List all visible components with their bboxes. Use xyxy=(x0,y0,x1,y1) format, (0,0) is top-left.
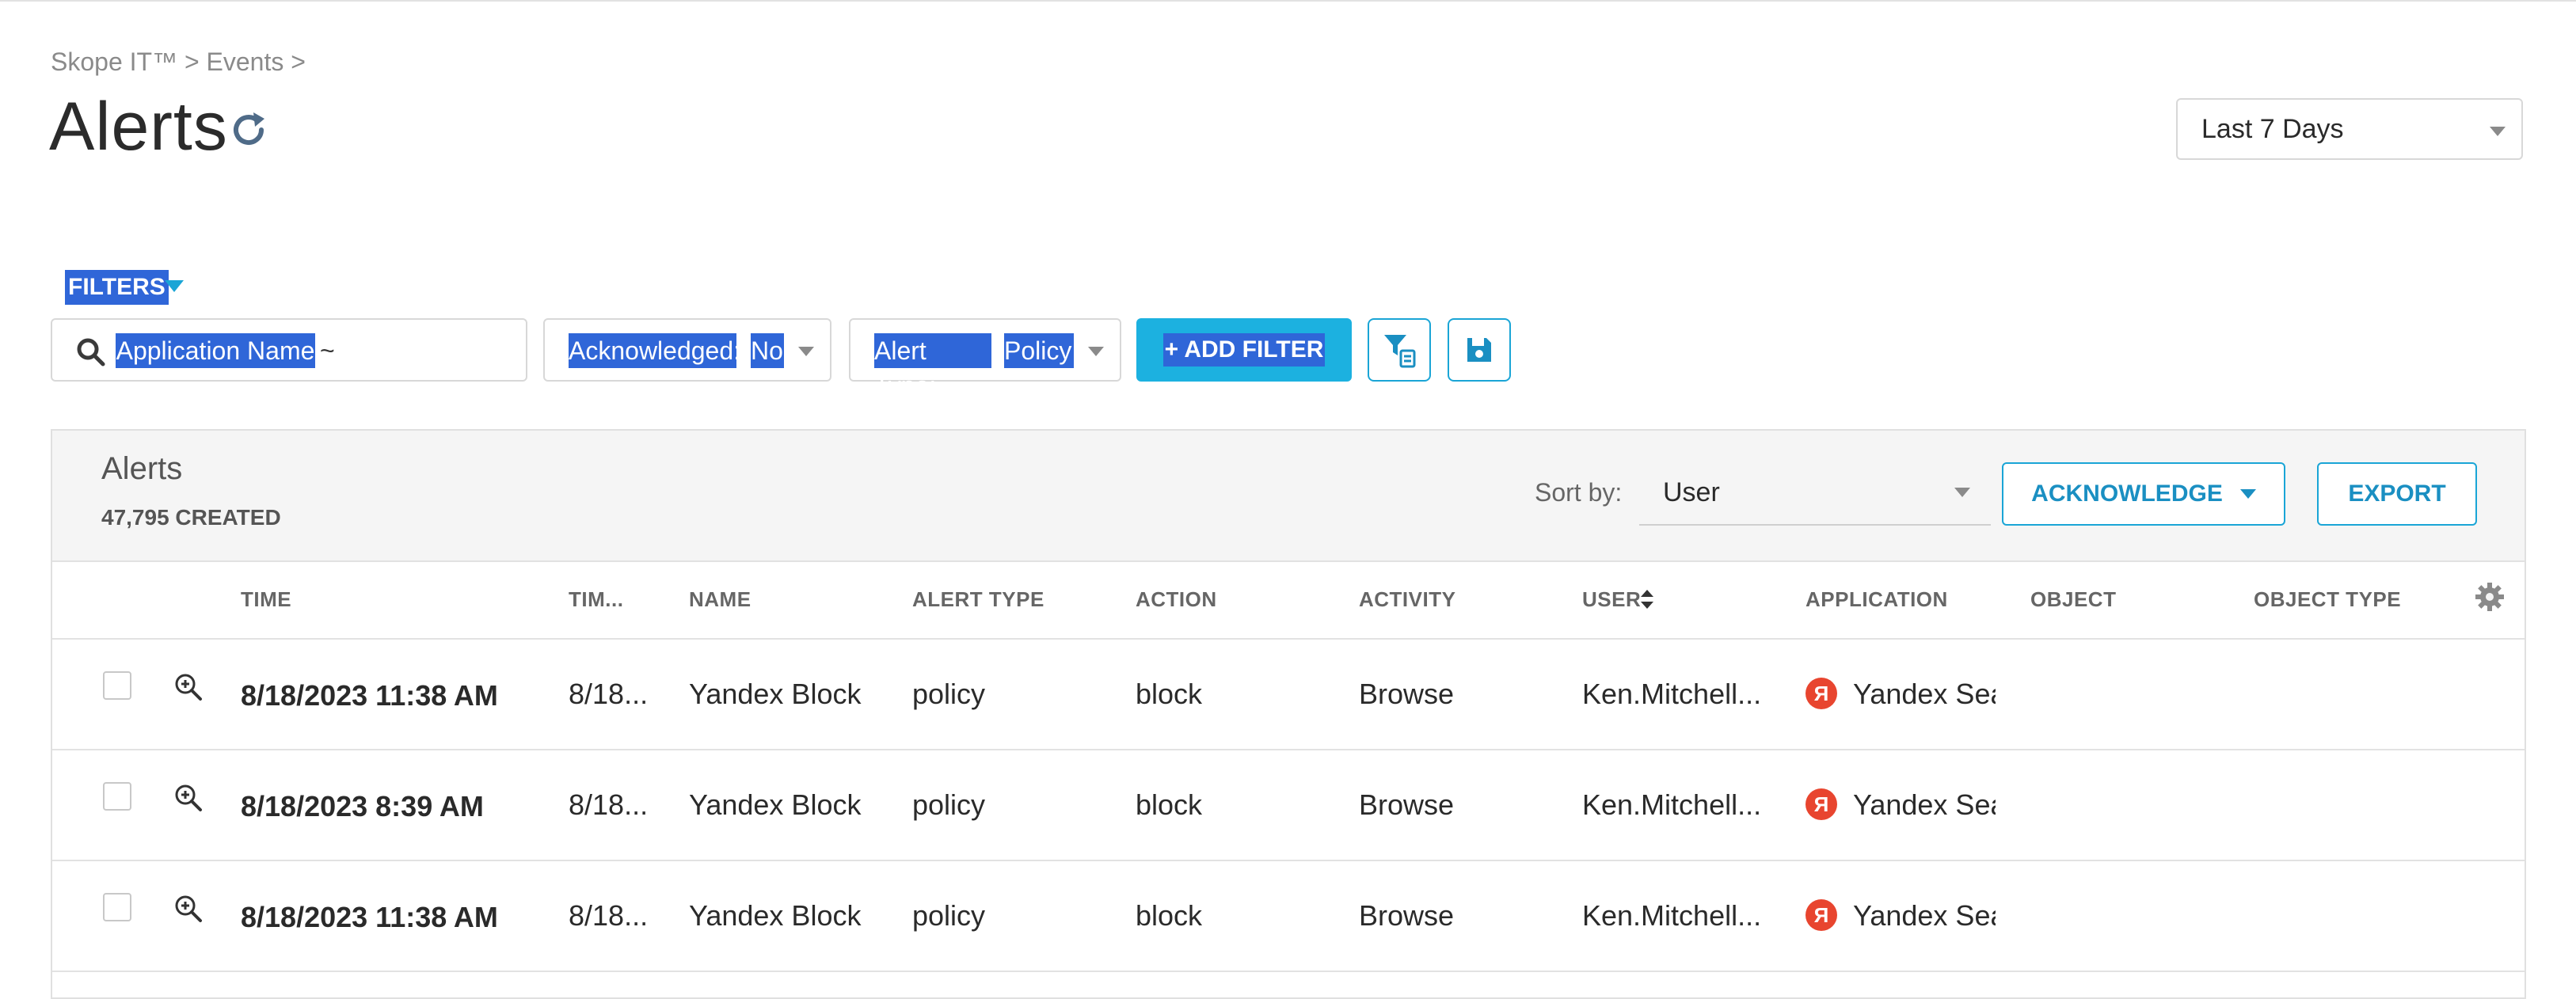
caret-down-icon[interactable] xyxy=(165,280,184,292)
chevron-down-icon xyxy=(1954,488,1970,497)
filter-ack-value: No xyxy=(751,333,784,368)
cell-name: Yandex Block xyxy=(689,678,862,710)
panel-title: Alerts xyxy=(101,451,183,486)
filter-ack-key: Acknowledged: xyxy=(569,333,740,368)
sort-select[interactable]: User xyxy=(1639,459,1991,526)
col-object[interactable]: OBJECT xyxy=(2030,587,2116,612)
cell-alert-type: policy xyxy=(912,899,986,932)
row-divider xyxy=(52,971,2525,972)
alerts-count: 47,795 CREATED xyxy=(101,505,281,530)
cell-application: Yandex Sear xyxy=(1853,788,1996,821)
acknowledge-button[interactable]: ACKNOWLEDGE xyxy=(2002,462,2285,526)
add-filter-button[interactable]: + ADD FILTER xyxy=(1136,318,1352,382)
cell-user: Ken.Mitchell... xyxy=(1582,678,1762,710)
col-time[interactable]: TIME xyxy=(241,587,291,612)
filter-type-value: Policy xyxy=(1004,333,1074,368)
filter-list-button[interactable] xyxy=(1368,318,1431,382)
filter-type-key: Alert Type: xyxy=(874,333,991,400)
cell-activity: Browse xyxy=(1359,678,1455,710)
col-alert-type[interactable]: ALERT TYPE xyxy=(912,587,1044,612)
acknowledge-label: ACKNOWLEDGE xyxy=(2031,481,2223,507)
row-checkbox[interactable] xyxy=(103,782,131,811)
filter-alert-type[interactable]: Alert Type: Policy xyxy=(849,318,1121,400)
cell-alert-type: policy xyxy=(912,788,986,821)
cell-tim: 8/18... xyxy=(569,788,649,821)
chevron-down-icon xyxy=(1088,347,1104,356)
chevron-down-icon[interactable] xyxy=(2239,489,2256,499)
col-object-type[interactable]: OBJECT TYPE xyxy=(2254,587,2401,612)
cell-time: 8/18/2023 11:38 AM xyxy=(241,679,498,712)
filters-toggle[interactable]: FILTERS xyxy=(65,270,169,305)
filter-search-suffix: ~ xyxy=(320,336,335,365)
row-checkbox[interactable] xyxy=(103,671,131,700)
col-name[interactable]: NAME xyxy=(689,587,751,612)
cell-activity: Browse xyxy=(1359,788,1455,821)
filter-search[interactable]: Application Name ~ xyxy=(51,318,527,382)
zoom-in-icon[interactable] xyxy=(174,673,203,701)
alerts-panel-header: Alerts 47,795 CREATED Sort by: User ACKN… xyxy=(52,431,2525,562)
cell-tim: 8/18... xyxy=(569,899,649,932)
sort-arrows-icon[interactable] xyxy=(1639,587,1655,611)
table-row[interactable]: 8/18/2023 8:39 AM 8/18... Yandex Block p… xyxy=(52,750,2525,860)
cell-action: block xyxy=(1136,899,1203,932)
cell-user: Ken.Mitchell... xyxy=(1582,899,1762,932)
refresh-icon[interactable] xyxy=(225,106,272,154)
chevron-down-icon xyxy=(2490,127,2506,136)
save-icon xyxy=(1467,338,1491,362)
page-title: Alerts xyxy=(49,89,228,165)
table-row[interactable]: 8/18/2023 11:38 AM 8/18... Yandex Block … xyxy=(52,861,2525,971)
breadcrumb[interactable]: Skope IT™ > Events > xyxy=(51,47,306,77)
cell-user: Ken.Mitchell... xyxy=(1582,788,1762,821)
table-row[interactable]: 8/18/2023 11:38 AM 8/18... Yandex Block … xyxy=(52,640,2525,749)
col-activity[interactable]: ACTIVITY xyxy=(1359,587,1455,612)
cell-tim: 8/18... xyxy=(569,678,649,710)
cell-action: block xyxy=(1136,788,1203,821)
cell-activity: Browse xyxy=(1359,899,1455,932)
zoom-in-icon[interactable] xyxy=(174,784,203,812)
yandex-icon: Я xyxy=(1805,678,1837,709)
date-range-select[interactable]: Last 7 Days xyxy=(2176,98,2523,160)
save-filter-button[interactable] xyxy=(1448,318,1511,382)
cell-time: 8/18/2023 8:39 AM xyxy=(241,790,484,822)
search-icon xyxy=(77,338,105,367)
sort-label: Sort by: xyxy=(1535,478,1623,507)
export-label: EXPORT xyxy=(2348,481,2446,507)
filter-search-text: Application Name xyxy=(116,333,315,368)
zoom-in-icon[interactable] xyxy=(174,895,203,923)
filter-list-icon xyxy=(1384,335,1416,368)
cell-name: Yandex Block xyxy=(689,899,862,932)
cell-application: Yandex Sear xyxy=(1853,899,1996,932)
cell-alert-type: policy xyxy=(912,678,986,710)
row-checkbox[interactable] xyxy=(103,893,131,921)
yandex-icon: Я xyxy=(1805,899,1837,931)
alerts-panel: Alerts 47,795 CREATED Sort by: User ACKN… xyxy=(51,429,2526,999)
gear-icon[interactable] xyxy=(2474,581,2506,613)
cell-application: Yandex Sear xyxy=(1853,678,1996,710)
col-action[interactable]: ACTION xyxy=(1136,587,1217,612)
col-application[interactable]: APPLICATION xyxy=(1805,587,1948,612)
col-tim[interactable]: TIM... xyxy=(569,587,623,612)
col-user[interactable]: USER xyxy=(1582,587,1641,612)
sort-value: User xyxy=(1663,477,1720,507)
filter-acknowledged[interactable]: Acknowledged: No xyxy=(543,318,831,382)
cell-name: Yandex Block xyxy=(689,788,862,821)
add-filter-label: + ADD FILTER xyxy=(1162,333,1326,367)
export-button[interactable]: EXPORT xyxy=(2317,462,2477,526)
date-range-value: Last 7 Days xyxy=(2201,113,2344,144)
cell-time: 8/18/2023 11:38 AM xyxy=(241,901,498,933)
cell-action: block xyxy=(1136,678,1203,710)
chevron-down-icon xyxy=(798,347,814,356)
yandex-icon: Я xyxy=(1805,788,1837,820)
